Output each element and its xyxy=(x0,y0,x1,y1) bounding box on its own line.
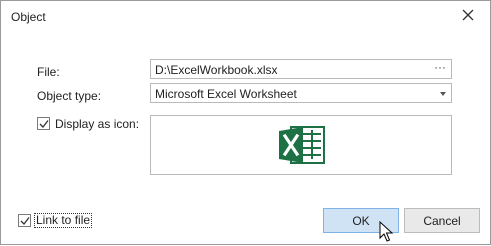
close-button[interactable] xyxy=(457,5,479,27)
link-to-file-label: Link to file xyxy=(33,213,93,228)
file-label: File: xyxy=(37,65,60,79)
chevron-down-icon[interactable] xyxy=(440,92,446,96)
mouse-pointer-icon xyxy=(379,220,394,246)
dialog-title: Object xyxy=(11,10,46,24)
file-field[interactable]: D:\ExcelWorkbook.xlsx ··· xyxy=(150,59,452,79)
excel-icon xyxy=(277,124,327,169)
object-type-label: Object type: xyxy=(37,89,102,103)
checkmark-icon xyxy=(39,120,49,128)
display-as-icon-checkbox[interactable] xyxy=(37,117,50,130)
display-as-icon-label: Display as icon: xyxy=(55,117,140,131)
icon-preview xyxy=(150,115,452,175)
object-type-value: Microsoft Excel Worksheet xyxy=(155,87,297,101)
object-dialog: Object File: D:\ExcelWorkbook.xlsx ··· O… xyxy=(0,0,491,245)
checkmark-icon xyxy=(20,217,30,225)
cancel-button[interactable]: Cancel xyxy=(404,208,480,233)
file-path-value: D:\ExcelWorkbook.xlsx xyxy=(155,63,278,77)
link-to-file-checkbox[interactable] xyxy=(18,214,31,227)
close-icon xyxy=(462,9,474,24)
object-type-select[interactable]: Microsoft Excel Worksheet xyxy=(150,83,452,103)
browse-button[interactable]: ··· xyxy=(434,60,446,74)
